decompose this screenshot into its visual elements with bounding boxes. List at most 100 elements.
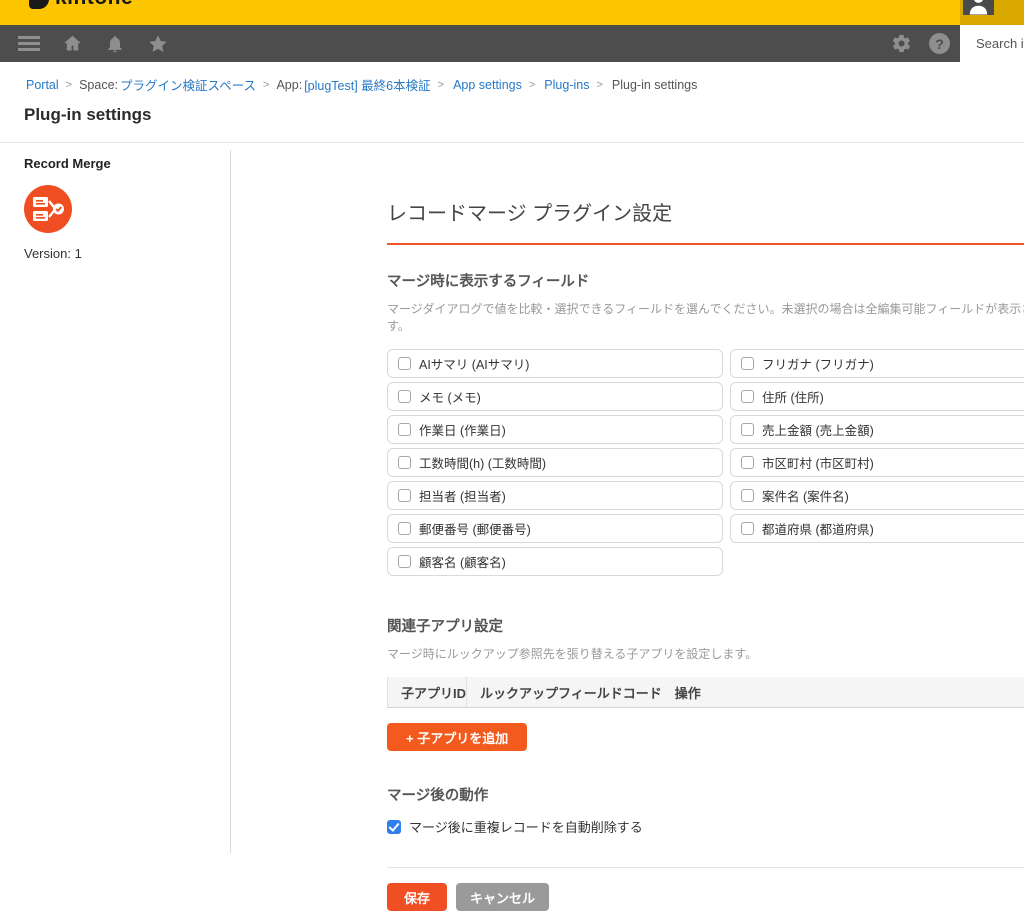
field-checkbox-item[interactable]: 担当者 (担当者) [387, 481, 723, 510]
field-label: 担当者 (担当者) [419, 486, 506, 505]
kintone-logo[interactable]: kintone [55, 0, 133, 10]
breadcrumb-item: App: [plugTest] 最終6本検証 > [276, 75, 451, 94]
checkbox-unchecked-icon[interactable] [741, 522, 754, 535]
field-checkbox-item[interactable]: 作業日 (作業日) [387, 415, 723, 444]
field-checkbox-item[interactable]: 住所 (住所) [730, 382, 1024, 411]
breadcrumb-separator: > [438, 79, 444, 91]
toolbar: ? Search in [0, 25, 1024, 62]
record-merge-plugin-icon [24, 185, 72, 233]
field-checkbox-item[interactable]: 市区町村 (市区町村) [730, 448, 1024, 477]
breadcrumb-item: Plug-ins > [542, 78, 610, 92]
checkbox-unchecked-icon[interactable] [398, 522, 411, 535]
post-merge-heading: マージ後の動作 [387, 784, 1024, 805]
field-checkbox-item[interactable]: メモ (メモ) [387, 382, 723, 411]
page-title: Plug-in settings [24, 105, 152, 125]
breadcrumb-link[interactable]: App settings [453, 78, 522, 92]
auto-delete-checkbox-row[interactable]: マージ後に重複レコードを自動削除する [387, 817, 1024, 836]
field-label: AIサマリ (AIサマリ) [419, 354, 529, 373]
field-checkbox-item[interactable]: 案件名 (案件名) [730, 481, 1024, 510]
field-label: 工数時間(h) (工数時間) [419, 453, 546, 472]
breadcrumb-separator: > [529, 79, 535, 91]
avatar[interactable] [963, 0, 994, 15]
merge-fields-section: マージ時に表示するフィールド マージダイアログで値を比較・選択できるフィールドを… [387, 270, 1024, 576]
brand-header: kintone [0, 0, 1024, 25]
checkbox-unchecked-icon[interactable] [741, 456, 754, 469]
field-label: 売上金額 (売上金額) [762, 420, 874, 439]
plugin-version: Version: 1 [24, 246, 206, 261]
settings-title: レコードマージ プラグイン設定 [387, 197, 1024, 226]
field-checkbox-item[interactable]: 工数時間(h) (工数時間) [387, 448, 723, 477]
footer-divider [387, 867, 1024, 868]
breadcrumb-separator: > [66, 79, 72, 91]
checkbox-unchecked-icon[interactable] [741, 489, 754, 502]
breadcrumb-link[interactable]: Plug-ins [544, 78, 589, 92]
checkbox-unchecked-icon[interactable] [741, 357, 754, 370]
checkbox-unchecked-icon[interactable] [741, 390, 754, 403]
field-checkbox-item[interactable]: 都道府県 (都道府県) [730, 514, 1024, 543]
child-app-heading: 関連子アプリ設定 [387, 615, 1024, 636]
toolbar-left [0, 33, 169, 55]
child-app-table: 子アプリID ルックアップフィールドコード 操作 [387, 677, 1024, 708]
child-app-description: マージ時にルックアップ参照先を張り替える子アプリを設定します。 [387, 645, 1024, 662]
field-column-left: AIサマリ (AIサマリ) メモ (メモ) 作業日 (作業日) [387, 349, 723, 576]
breadcrumb-prefix: App: [276, 78, 302, 92]
add-child-app-button[interactable]: + 子アプリを追加 [387, 723, 527, 751]
checkbox-checked-icon[interactable] [387, 820, 401, 834]
plugin-name: Record Merge [24, 156, 206, 171]
field-checkbox-item[interactable]: 顧客名 (顧客名) [387, 547, 723, 576]
account-area [960, 0, 1024, 25]
help-icon[interactable]: ? [929, 33, 950, 54]
merge-fields-description: マージダイアログで値を比較・選択できるフィールドを選んでください。未選択の場合は… [387, 300, 1024, 334]
field-checkbox-item[interactable]: 郵便番号 (郵便番号) [387, 514, 723, 543]
checkbox-unchecked-icon[interactable] [398, 423, 411, 436]
post-merge-section: マージ後の動作 マージ後に重複レコードを自動削除する [387, 784, 1024, 836]
field-checkbox-item[interactable]: 売上金額 (売上金額) [730, 415, 1024, 444]
auto-delete-label: マージ後に重複レコードを自動削除する [409, 817, 643, 836]
search-input[interactable]: Search in [960, 25, 1024, 62]
table-column-header: 子アプリID [387, 677, 466, 707]
child-app-section: 関連子アプリ設定 マージ時にルックアップ参照先を張り替える子アプリを設定します。… [387, 615, 1024, 784]
checkbox-unchecked-icon[interactable] [398, 489, 411, 502]
favorites-star-icon[interactable] [147, 33, 169, 55]
notifications-bell-icon[interactable] [105, 34, 125, 54]
field-checkbox-item[interactable]: AIサマリ (AIサマリ) [387, 349, 723, 378]
field-label: 郵便番号 (郵便番号) [419, 519, 531, 538]
field-label: フリガナ (フリガナ) [762, 354, 874, 373]
breadcrumb-link[interactable]: Plug-in settings [612, 78, 697, 92]
field-label: 作業日 (作業日) [419, 420, 506, 439]
table-column-header: 操作 [662, 677, 701, 707]
checkbox-unchecked-icon[interactable] [398, 390, 411, 403]
breadcrumb-separator: > [596, 79, 602, 91]
field-checkbox-grid: AIサマリ (AIサマリ) メモ (メモ) 作業日 (作業日) [387, 349, 1024, 576]
kintone-logo-icon [29, 0, 49, 9]
breadcrumb-link[interactable]: プラグイン検証スペース [120, 75, 256, 94]
breadcrumb-link[interactable]: Portal [26, 78, 59, 92]
breadcrumb-item: Plug-in settings > [610, 78, 697, 92]
field-label: 市区町村 (市区町村) [762, 453, 874, 472]
checkbox-unchecked-icon[interactable] [741, 423, 754, 436]
save-button[interactable]: 保存 [387, 883, 447, 911]
checkbox-unchecked-icon[interactable] [398, 357, 411, 370]
merge-fields-heading: マージ時に表示するフィールド [387, 270, 1024, 291]
breadcrumb-item: App settings > [451, 78, 542, 92]
breadcrumb-separator: > [263, 79, 269, 91]
breadcrumb-link[interactable]: [plugTest] 最終6本検証 [304, 75, 430, 94]
checkbox-unchecked-icon[interactable] [398, 456, 411, 469]
action-buttons: 保存 キャンセル [387, 883, 1024, 911]
plugin-settings-panel: レコードマージ プラグイン設定 マージ時に表示するフィールド マージダイアログで… [231, 142, 1024, 853]
checkbox-unchecked-icon[interactable] [398, 555, 411, 568]
field-label: 案件名 (案件名) [762, 486, 849, 505]
table-column-header: ルックアップフィールドコード [466, 677, 662, 707]
child-app-table-header: 子アプリID ルックアップフィールドコード 操作 [387, 677, 1024, 708]
field-checkbox-item[interactable]: フリガナ (フリガナ) [730, 349, 1024, 378]
field-label: 顧客名 (顧客名) [419, 552, 506, 571]
field-column-right: フリガナ (フリガナ) 住所 (住所) 売上金額 (売上金額) [730, 349, 1024, 576]
cancel-button[interactable]: キャンセル [456, 883, 549, 911]
settings-gear-icon[interactable] [891, 33, 912, 54]
field-label: 都道府県 (都道府県) [762, 519, 874, 538]
field-label: 住所 (住所) [762, 387, 824, 406]
home-icon[interactable] [62, 33, 83, 54]
field-label: メモ (メモ) [419, 387, 481, 406]
toolbar-right: ? [891, 33, 960, 54]
breadcrumb-item: Space: プラグイン検証スペース > [79, 75, 276, 94]
